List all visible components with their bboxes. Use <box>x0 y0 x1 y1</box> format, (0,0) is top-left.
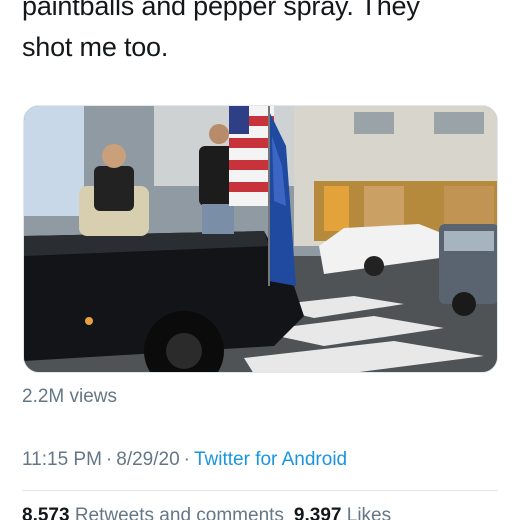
tweet-date: 8/29/20 <box>116 449 180 470</box>
tweet-time: 11:15 PM <box>22 449 102 470</box>
meta-separator: · <box>105 449 113 470</box>
retweets-count: 8,573 <box>22 505 70 520</box>
tweet-video[interactable] <box>23 105 498 373</box>
tweet-detail: paintballs and pepper spray. They shot m… <box>0 0 520 520</box>
tweet-meta: 11:15 PM · 8/29/20 · Twitter for Android <box>22 449 347 471</box>
tweet-stats: 8,573 Retweets and comments 9,397 Likes <box>22 505 391 520</box>
meta-separator: · <box>183 449 190 470</box>
likes-label: Likes <box>346 505 392 520</box>
tweet-source-link[interactable]: Twitter for Android <box>194 449 347 470</box>
retweets-stat[interactable]: 8,573 Retweets and comments <box>22 505 284 520</box>
retweets-label: Retweets and comments <box>74 505 284 520</box>
tweet-text-line: shot me too. <box>22 32 169 62</box>
likes-count: 9,397 <box>293 505 342 520</box>
tweet-text-line: paintballs and pepper spray. They <box>22 0 420 21</box>
video-thumbnail-icon <box>24 106 497 372</box>
likes-stat[interactable]: 9,397 Likes <box>294 505 391 520</box>
view-count: 2.2M views <box>22 386 118 407</box>
divider <box>22 490 498 491</box>
tweet-text: paintballs and pepper spray. They shot m… <box>22 0 502 68</box>
